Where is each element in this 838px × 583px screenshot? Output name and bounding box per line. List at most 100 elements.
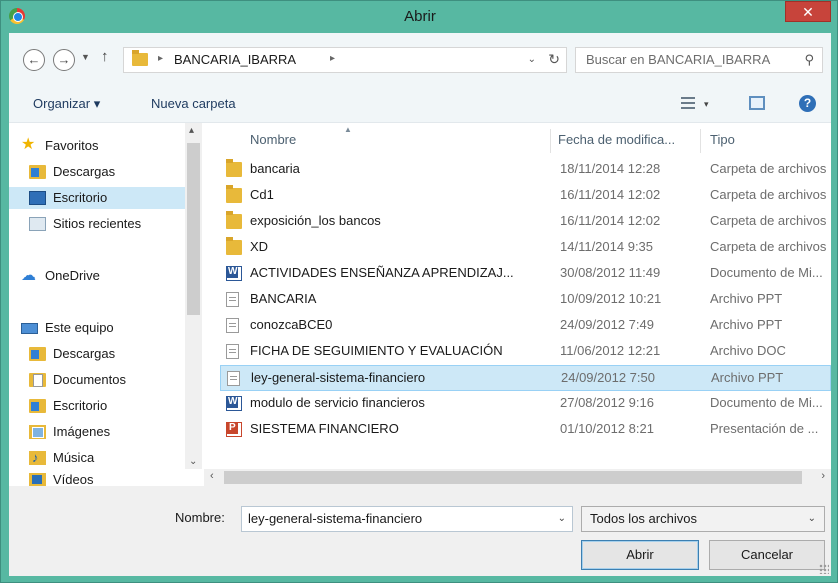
window-title: Abrir	[404, 8, 436, 25]
file-row[interactable]: FICHA DE SEGUIMIENTO Y EVALUACIÓN 11/06/2…	[220, 339, 831, 365]
organize-menu[interactable]: Organizar ▾	[33, 96, 100, 112]
resize-grip-icon[interactable]	[819, 564, 829, 574]
nav-item-label: Sitios recientes	[53, 216, 142, 231]
nav-item-pc-downloads[interactable]: Descargas	[29, 343, 185, 365]
column-header-date[interactable]: Fecha de modifica...	[558, 123, 675, 157]
title-bar[interactable]: Abrir ✕	[1, 1, 838, 33]
horizontal-scroll-thumb[interactable]	[224, 471, 802, 484]
help-icon[interactable]: ?	[799, 95, 816, 112]
nav-scroll-thumb[interactable]	[187, 143, 200, 315]
desktop-folder-icon	[29, 399, 46, 413]
filename-input[interactable]: ley-general-sistema-financiero ⌄	[241, 506, 573, 532]
address-dropdown-icon[interactable]: ⌄	[528, 54, 536, 65]
file-row[interactable]: Cd1 16/11/2014 12:02 Carpeta de archivos	[220, 183, 831, 209]
file-date: 24/09/2012 7:49	[560, 317, 654, 332]
forward-button[interactable]: →	[53, 49, 75, 71]
breadcrumb-separator-icon[interactable]: ▸	[330, 53, 335, 64]
scroll-left-icon[interactable]: ‹	[210, 470, 214, 482]
file-icon	[226, 318, 239, 333]
nav-item-label: Este equipo	[45, 320, 114, 335]
open-button[interactable]: Abrir	[581, 540, 699, 570]
filename-dropdown-icon[interactable]: ⌄	[558, 513, 566, 524]
file-row[interactable]: bancaria 18/11/2014 12:28 Carpeta de archi…	[220, 157, 831, 183]
scroll-down-icon[interactable]: ⌄	[189, 456, 197, 467]
scroll-right-icon[interactable]: ›	[821, 470, 825, 482]
address-bar[interactable]: ▸ BANCARIA_IBARRA ▸ ⌄ ↻	[123, 47, 567, 73]
file-name: modulo de servicio financieros	[250, 395, 425, 410]
videos-folder-icon	[29, 473, 46, 487]
nav-item-recent[interactable]: Sitios recientes	[29, 213, 185, 235]
breadcrumb-path[interactable]: BANCARIA_IBARRA	[174, 52, 296, 67]
file-name: XD	[250, 239, 269, 254]
nav-item-onedrive[interactable]: ☁ OneDrive	[21, 265, 185, 287]
file-type: Archivo DOC	[710, 343, 786, 358]
column-divider[interactable]	[700, 129, 701, 153]
file-row[interactable]: conozcaBCE0 24/09/2012 7:49 Archivo PPT	[220, 313, 831, 339]
recent-locations-dropdown[interactable]: ▼	[81, 52, 90, 62]
computer-icon	[21, 323, 38, 334]
nav-item-downloads[interactable]: Descargas	[29, 161, 185, 183]
file-row[interactable]: BANCARIA 10/09/2012 10:21 Archivo PPT	[220, 287, 831, 313]
file-row[interactable]: exposición_los bancos 16/11/2014 12:02 Car…	[220, 209, 831, 235]
nav-item-label: Música	[53, 450, 95, 465]
view-dropdown-icon[interactable]: ▾	[704, 99, 709, 110]
close-button[interactable]: ✕	[785, 1, 831, 22]
folder-icon	[226, 211, 242, 229]
file-date: 16/11/2014 12:02	[560, 187, 661, 202]
file-type: Carpeta de archivos	[710, 187, 827, 202]
nav-scrollbar[interactable]: ▴ ⌄	[185, 123, 202, 469]
file-name: ACTIVIDADES ENSEÑANZA APRENDIZAJ...	[250, 265, 514, 280]
word-doc-icon	[226, 266, 242, 281]
file-date: 30/08/2012 11:49	[560, 265, 661, 280]
file-row[interactable]: SIESTEMA FINANCIERO 01/10/2012 8:21 Presen…	[220, 417, 831, 443]
navigation-pane: ★ Favoritos Descargas Escritorio Sitios …	[9, 123, 201, 487]
nav-item-pc-documents[interactable]: Documentos	[29, 369, 185, 391]
onedrive-icon: ☁	[21, 267, 36, 284]
new-folder-button[interactable]: Nueva carpeta	[151, 96, 236, 111]
nav-item-pc-desktop[interactable]: Escritorio	[29, 395, 185, 417]
filename-value[interactable]: ley-general-sistema-financiero	[248, 511, 422, 526]
chevron-down-icon[interactable]: ⌄	[808, 513, 816, 524]
folder-icon	[226, 237, 242, 255]
up-button[interactable]: ↑	[101, 48, 109, 65]
file-name: exposición_los bancos	[250, 213, 381, 228]
file-date: 01/10/2012 8:21	[560, 421, 654, 436]
column-header-type[interactable]: Tipo	[710, 123, 735, 157]
view-options-icon[interactable]	[681, 97, 695, 109]
search-icon[interactable]: ⚲	[804, 52, 814, 68]
file-row[interactable]: ACTIVIDADES ENSEÑANZA APRENDIZAJ... 30/08…	[220, 261, 831, 287]
breadcrumb-separator-icon[interactable]: ▸	[158, 53, 163, 64]
file-type: Archivo PPT	[710, 291, 783, 306]
column-header-name[interactable]: Nombre	[250, 123, 296, 157]
file-type: Carpeta de archivos	[710, 213, 827, 228]
file-date: 16/11/2014 12:02	[560, 213, 661, 228]
file-name: ley-general-sistema-financiero	[251, 370, 426, 385]
pictures-folder-icon	[29, 425, 46, 439]
nav-item-pc-images[interactable]: Imágenes	[29, 421, 185, 443]
preview-pane-icon[interactable]	[749, 96, 765, 110]
file-row[interactable]: modulo de servicio financieros 27/08/2012…	[220, 391, 831, 417]
nav-item-desktop[interactable]: Escritorio	[9, 187, 185, 209]
horizontal-scrollbar[interactable]: ‹ ›	[204, 469, 831, 486]
nav-item-favorites[interactable]: ★ Favoritos	[21, 135, 185, 157]
search-input[interactable]: Buscar en BANCARIA_IBARRA ⚲	[575, 47, 823, 73]
file-icon	[227, 371, 240, 386]
dialog-body: ← → ▼ ↑ ▸ BANCARIA_IBARRA ▸ ⌄ ↻ Buscar e…	[9, 33, 831, 576]
scroll-up-icon[interactable]: ▴	[189, 125, 194, 136]
file-type-select[interactable]: Todos los archivos ⌄	[581, 506, 825, 532]
filename-label: Nombre:	[175, 510, 225, 525]
nav-item-label: Escritorio	[53, 398, 108, 413]
nav-item-label: Imágenes	[53, 424, 111, 439]
file-date: 11/06/2012 12:21	[560, 343, 661, 358]
cancel-button[interactable]: Cancelar	[709, 540, 825, 570]
column-divider[interactable]	[550, 129, 551, 153]
nav-item-pc-music[interactable]: Música	[29, 447, 185, 469]
back-button[interactable]: ←	[23, 49, 45, 71]
file-row[interactable]: ley-general-sistema-financiero 24/09/2012…	[220, 365, 831, 391]
nav-item-this-pc[interactable]: Este equipo	[21, 317, 185, 339]
dialog-footer: Nombre: ley-general-sistema-financiero ⌄…	[9, 486, 831, 576]
file-icon	[226, 292, 239, 307]
refresh-icon[interactable]: ↻	[548, 51, 560, 68]
nav-item-label: Documentos	[53, 372, 126, 387]
file-row[interactable]: XD 14/11/2014 9:35 Carpeta de archivos	[220, 235, 831, 261]
